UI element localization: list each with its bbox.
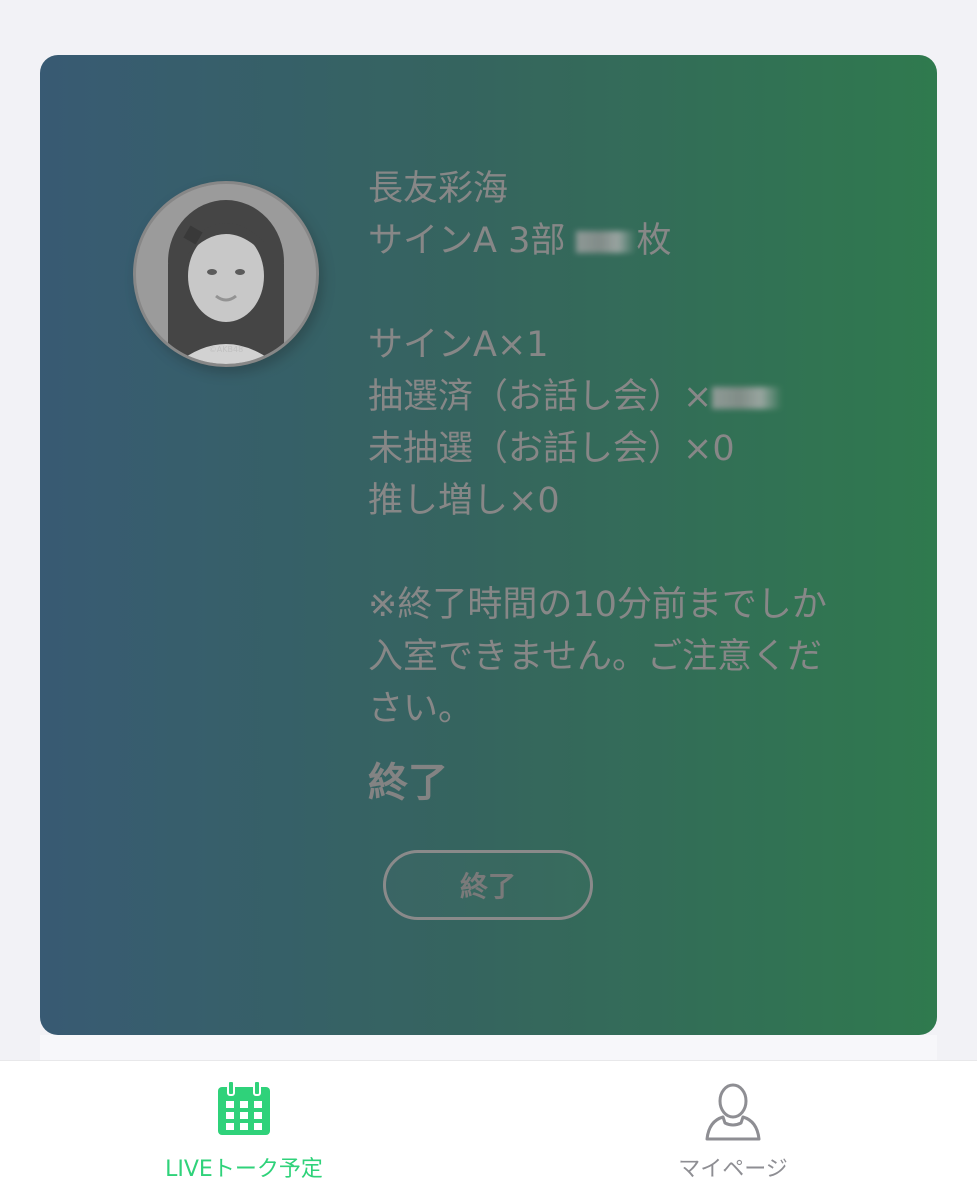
member-avatar: ©AKB48 bbox=[133, 181, 319, 367]
calendar-icon bbox=[214, 1079, 274, 1143]
entry-notice: ※終了時間の10分前までしか入室できません。ご注意ください。 bbox=[368, 585, 827, 729]
tab-live-talk-schedule[interactable]: LIVEトーク予定 bbox=[0, 1061, 488, 1201]
tab-my-page-label: マイページ bbox=[678, 1157, 788, 1182]
slot-line: サインA 3部 枚 bbox=[368, 215, 848, 267]
member-photo bbox=[136, 184, 316, 364]
tab-my-page[interactable]: マイページ bbox=[489, 1061, 977, 1201]
redacted-drawn-count bbox=[712, 387, 783, 409]
avatar-credit: ©AKB48 bbox=[208, 345, 244, 354]
tab-live-talk-label: LIVEトーク予定 bbox=[165, 1157, 323, 1182]
redacted-count bbox=[576, 231, 637, 253]
ticket-drawn-row: 抽選済（お話し会）× bbox=[368, 371, 848, 423]
ticket-drawn: 抽選済（お話し会）× bbox=[368, 377, 713, 417]
person-icon bbox=[701, 1079, 765, 1147]
ticket-sign: サインA×1 bbox=[368, 325, 549, 365]
session-status: 終了 bbox=[368, 760, 448, 806]
slot-line-text: サインA 3部 bbox=[368, 221, 566, 261]
live-talk-card: ©AKB48 長友彩海 サインA 3部 枚 サインA×1 抽選済（お話し会）× … bbox=[40, 55, 937, 1035]
card-footer-strip bbox=[40, 1035, 937, 1060]
member-name: 長友彩海 bbox=[368, 169, 509, 209]
tab-bar: LIVEトーク予定 マイページ bbox=[0, 1060, 977, 1201]
session-info: 長友彩海 サインA 3部 枚 サインA×1 抽選済（お話し会）× 未抽選（お話し… bbox=[368, 163, 848, 735]
ticket-oshimashi: 推し増し×0 bbox=[368, 481, 560, 521]
slot-suffix: 枚 bbox=[636, 221, 672, 261]
ticket-undrawn: 未抽選（お話し会）×0 bbox=[368, 429, 735, 469]
end-button[interactable]: 終了 bbox=[383, 850, 593, 920]
